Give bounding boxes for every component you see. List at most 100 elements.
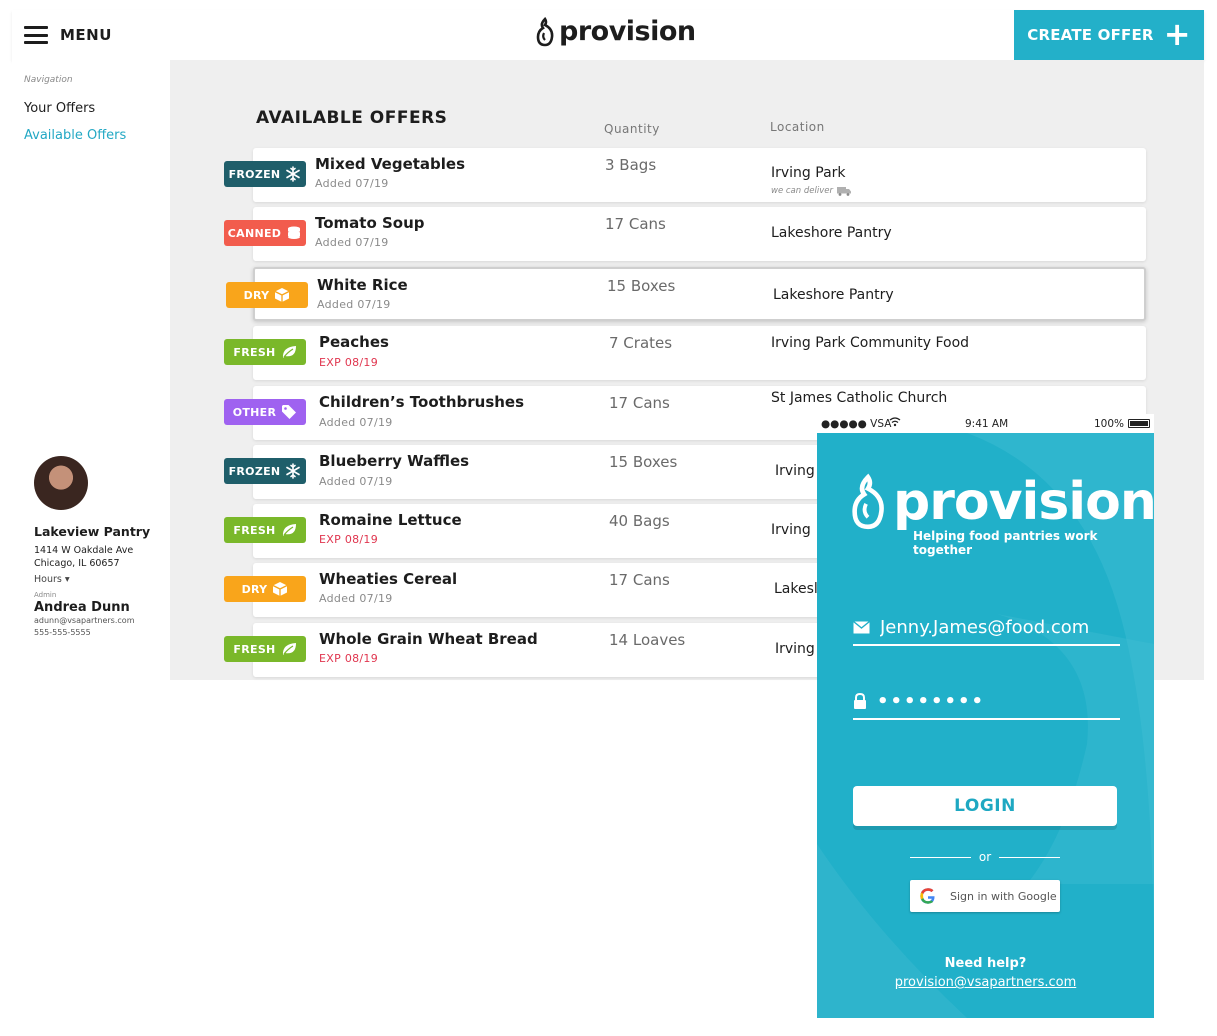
expiry-date: EXP 08/19 bbox=[319, 533, 379, 546]
item-location: St James Catholic Church bbox=[771, 390, 948, 406]
category-badge-fresh: FRESH bbox=[224, 636, 306, 662]
added-date: Added 07/19 bbox=[317, 298, 391, 311]
leaf-icon bbox=[282, 524, 296, 536]
category-label: FRESH bbox=[233, 523, 276, 537]
item-quantity: 17 Cans bbox=[609, 571, 670, 589]
mobile-brand-logo: provision bbox=[847, 472, 1154, 532]
admin-name: Andrea Dunn bbox=[34, 600, 130, 615]
sidebar: Navigation Your Offers Available Offers … bbox=[12, 60, 170, 680]
offer-row[interactable]: DRY White Rice Added 07/19 15 Boxes Lakeshor… bbox=[226, 267, 1146, 321]
category-badge-other: OTHER bbox=[224, 399, 306, 425]
added-date: Added 07/19 bbox=[319, 475, 393, 488]
mobile-login-screen: ●●●●● VSA 9:41 AM 100% provision Helping… bbox=[817, 414, 1154, 1018]
category-label: CANNED bbox=[227, 226, 282, 240]
column-header-location: Location bbox=[770, 120, 825, 134]
mobile-brand-name: provision bbox=[893, 472, 1154, 532]
item-location: Irving bbox=[775, 463, 815, 479]
admin-email[interactable]: adunn@vsapartners.com bbox=[34, 615, 174, 627]
category-badge-dry: DRY bbox=[226, 282, 308, 308]
wifi-icon bbox=[889, 417, 901, 427]
address-line-1: 1414 W Oakdale Ave bbox=[34, 545, 134, 556]
envelope-icon bbox=[853, 620, 870, 633]
item-quantity: 7 Crates bbox=[609, 334, 673, 352]
item-location: Irving bbox=[775, 641, 815, 657]
leaf-icon bbox=[282, 643, 296, 655]
password-field[interactable] bbox=[853, 684, 1120, 720]
can-stack-icon bbox=[288, 226, 301, 239]
email-input[interactable] bbox=[880, 616, 1120, 638]
offer-row[interactable]: CANNED Tomato Soup Added 07/19 17 Cans Lakes… bbox=[224, 207, 1146, 261]
status-bar: ●●●●● VSA 9:41 AM 100% bbox=[817, 414, 1154, 433]
google-sign-in-button[interactable]: Sign in with Google bbox=[910, 880, 1060, 912]
battery-percent: 100% bbox=[1093, 418, 1124, 430]
item-name: Wheaties Cereal bbox=[319, 570, 458, 588]
plus-icon: + bbox=[1163, 14, 1191, 53]
category-badge-dry: DRY bbox=[224, 576, 306, 602]
leaf-icon bbox=[282, 346, 296, 358]
added-date: Added 07/19 bbox=[315, 177, 389, 190]
email-field[interactable] bbox=[853, 610, 1120, 646]
brand-name: provision bbox=[559, 16, 696, 47]
item-quantity: 15 Boxes bbox=[609, 453, 678, 471]
offer-row[interactable]: FROZEN Mixed Vegetables Added 07/19 3 Bags I… bbox=[224, 148, 1146, 202]
item-location: Irving Park Community Food bbox=[771, 335, 970, 351]
hours-dropdown[interactable]: Hours ▾ bbox=[34, 574, 174, 585]
tag-icon bbox=[282, 405, 297, 419]
password-input[interactable] bbox=[877, 690, 1117, 712]
address-line-2: Chicago, IL 60657 bbox=[34, 558, 120, 569]
item-name: Peaches bbox=[319, 333, 389, 351]
divider-line-right bbox=[999, 856, 1060, 858]
create-offer-button[interactable]: CREATE OFFER + bbox=[1014, 10, 1204, 60]
menu-label: MENU bbox=[60, 26, 112, 44]
item-location: Irving bbox=[771, 522, 811, 538]
category-label: FROZEN bbox=[228, 464, 281, 478]
expiry-date: EXP 08/19 bbox=[319, 652, 379, 665]
item-name: White Rice bbox=[317, 276, 408, 294]
login-button[interactable]: LOGIN bbox=[853, 786, 1117, 826]
brand-logo[interactable]: provision bbox=[534, 16, 696, 47]
category-label: FRESH bbox=[233, 345, 276, 359]
admin-label: Admin bbox=[34, 591, 57, 599]
menu-button[interactable]: MENU bbox=[24, 22, 112, 48]
item-quantity: 17 Cans bbox=[609, 394, 670, 412]
added-date: Added 07/19 bbox=[319, 592, 393, 605]
google-sign-in-label: Sign in with Google bbox=[950, 889, 1057, 903]
help-title: Need help? bbox=[944, 956, 1027, 971]
item-quantity: 40 Bags bbox=[609, 512, 670, 530]
page-title: AVAILABLE OFFERS bbox=[256, 108, 448, 128]
tagline: Helping food pantries work together bbox=[913, 529, 1098, 557]
pantry-address: 1414 W Oakdale Ave Chicago, IL 60657 bbox=[34, 544, 174, 570]
pear-icon bbox=[536, 16, 554, 46]
pantry-profile: Lakeview Pantry 1414 W Oakdale Ave Chica… bbox=[34, 456, 174, 639]
category-badge-canned: CANNED bbox=[224, 220, 306, 246]
expiry-date: EXP 08/19 bbox=[319, 356, 379, 369]
offer-row[interactable]: FRESH Peaches EXP 08/19 7 Crates Irving Park… bbox=[224, 326, 1146, 380]
item-name: Children’s Toothbrushes bbox=[319, 393, 525, 411]
added-date: Added 07/19 bbox=[319, 416, 393, 429]
item-name: Whole Grain Wheat Bread bbox=[319, 630, 538, 648]
item-quantity: 3 Bags bbox=[605, 156, 657, 174]
category-label: OTHER bbox=[232, 405, 277, 419]
item-location: Lakeshore Pantry bbox=[773, 287, 894, 303]
snowflake-icon bbox=[286, 463, 301, 479]
nav-heading: Navigation bbox=[24, 75, 73, 85]
item-quantity: 14 Loaves bbox=[609, 631, 686, 649]
category-badge-frozen: FROZEN bbox=[224, 161, 306, 187]
help-email-link[interactable]: provision@vsapartners.com bbox=[817, 975, 1154, 990]
category-badge-frozen: FROZEN bbox=[224, 458, 306, 484]
category-label: FROZEN bbox=[228, 167, 281, 181]
sidebar-item-available-offers[interactable]: Available Offers bbox=[24, 128, 126, 143]
avatar[interactable] bbox=[34, 456, 88, 510]
added-date: Added 07/19 bbox=[315, 236, 389, 249]
item-name: Romaine Lettuce bbox=[319, 511, 462, 529]
lock-icon bbox=[854, 692, 866, 709]
admin-phone: 555-555-5555 bbox=[34, 628, 91, 637]
item-location: Lakesl bbox=[774, 581, 818, 597]
item-name: Tomato Soup bbox=[315, 214, 425, 232]
item-name: Blueberry Waffles bbox=[319, 452, 470, 470]
hamburger-icon bbox=[24, 26, 48, 44]
truck-icon bbox=[836, 186, 851, 196]
google-icon bbox=[920, 888, 935, 904]
sidebar-item-your-offers[interactable]: Your Offers bbox=[24, 101, 95, 116]
top-bar: MENU provision CREATE OFFER + bbox=[12, 10, 1204, 60]
